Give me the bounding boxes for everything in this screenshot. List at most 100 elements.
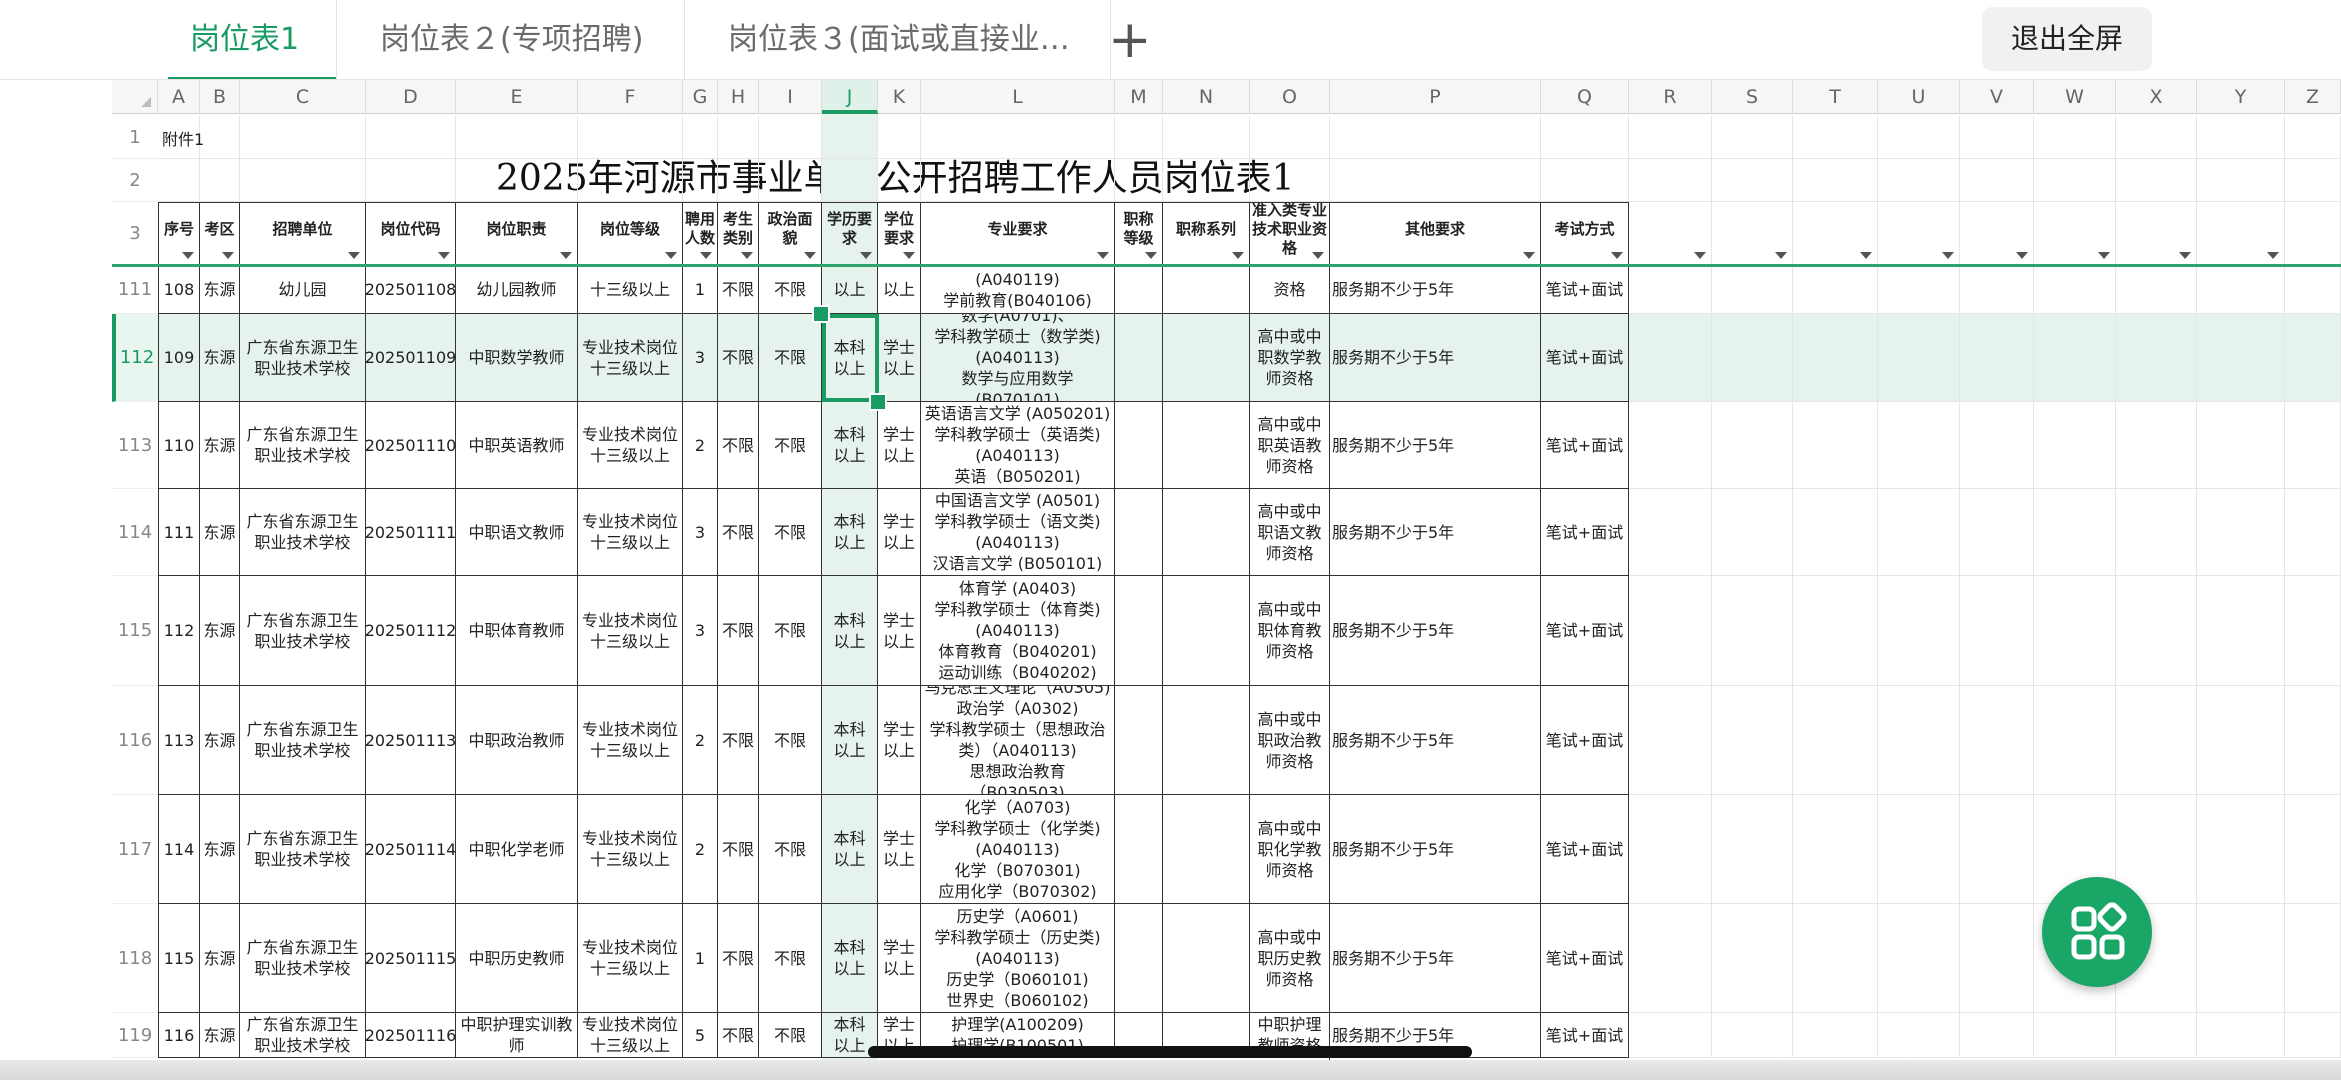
grid-cell[interactable] <box>1250 159 1330 202</box>
grid-cell[interactable] <box>1960 576 2034 686</box>
table-cell[interactable]: 高中或中职数学教师资格 <box>1250 314 1330 402</box>
grid-cell[interactable] <box>2197 266 2285 314</box>
grid-cell[interactable] <box>1793 116 1878 159</box>
table-cell[interactable]: 114 <box>158 795 200 904</box>
grid-cell[interactable] <box>1712 795 1793 904</box>
table-cell[interactable]: 高中或中职历史教师资格 <box>1250 904 1330 1013</box>
table-cell[interactable]: 本科 以上 <box>822 904 878 1013</box>
table-cell[interactable]: 东源 <box>200 576 240 686</box>
filter-arrow-icon[interactable] <box>860 252 872 259</box>
grid-cell[interactable] <box>2116 159 2197 202</box>
table-cell[interactable]: 不限 <box>718 314 759 402</box>
grid-cell[interactable] <box>1163 116 1250 159</box>
grid-cell[interactable] <box>1793 576 1878 686</box>
grid-cell[interactable] <box>1878 402 1960 489</box>
tab-sheet-2[interactable]: 岗位表２(专项招聘) <box>380 0 660 80</box>
column-header-u[interactable]: U <box>1878 80 1960 114</box>
grid-cell[interactable] <box>2285 795 2341 904</box>
column-header-k[interactable]: K <box>878 80 921 114</box>
table-cell[interactable]: 高中或中职政治教师资格 <box>1250 686 1330 795</box>
table-cell[interactable]: 111 <box>158 489 200 576</box>
grid-cell[interactable] <box>1793 904 1878 1013</box>
column-header-x[interactable]: X <box>2116 80 2197 114</box>
table-cell[interactable]: 不限 <box>718 1013 759 1058</box>
table-cell[interactable]: 不限 <box>718 576 759 686</box>
grid-cell[interactable] <box>1629 576 1712 686</box>
table-cell[interactable]: 202501108 <box>366 266 456 314</box>
filter-arrow-icon[interactable] <box>222 252 234 259</box>
grid-cell[interactable] <box>2197 116 2285 159</box>
table-cell[interactable]: 幼儿园 <box>240 266 366 314</box>
grid-cell[interactable] <box>1629 686 1712 795</box>
table-cell[interactable]: 不限 <box>759 1013 822 1058</box>
grid-cell[interactable] <box>1629 159 1712 202</box>
grid-cell[interactable] <box>1163 159 1250 202</box>
table-cell[interactable]: 笔试+面试 <box>1541 489 1629 576</box>
filter-arrow-icon[interactable] <box>2267 252 2279 259</box>
table-cell[interactable]: 202501115 <box>366 904 456 1013</box>
table-cell[interactable] <box>1115 795 1163 904</box>
table-cell[interactable]: 中职化学老师 <box>456 795 578 904</box>
grid-cell[interactable] <box>578 116 683 159</box>
table-cell[interactable] <box>1163 266 1250 314</box>
row-header-2[interactable]: 2 <box>112 159 158 202</box>
table-cell[interactable] <box>1115 314 1163 402</box>
table-cell[interactable]: 202501111 <box>366 489 456 576</box>
table-cell[interactable]: 东源 <box>200 904 240 1013</box>
grid-cell[interactable] <box>1878 314 1960 402</box>
table-cell[interactable]: 不限 <box>718 795 759 904</box>
grid-cell[interactable] <box>1712 489 1793 576</box>
table-cell[interactable]: 中职历史教师 <box>456 904 578 1013</box>
filter-arrow-icon[interactable] <box>1775 252 1787 259</box>
row-header-118[interactable]: 118 <box>112 904 158 1013</box>
table-cell[interactable]: 不限 <box>759 576 822 686</box>
grid-cell[interactable] <box>1960 266 2034 314</box>
plus-icon[interactable]: + <box>1108 8 1152 72</box>
grid-cell[interactable] <box>2197 904 2285 1013</box>
grid-cell[interactable] <box>683 159 718 202</box>
table-cell[interactable]: 以上 <box>822 266 878 314</box>
table-cell[interactable]: 东源 <box>200 795 240 904</box>
table-cell[interactable]: 本科 以上 <box>822 402 878 489</box>
table-cell[interactable]: 东源 <box>200 1013 240 1058</box>
table-cell[interactable]: 中职语文教师 <box>456 489 578 576</box>
grid-cell[interactable] <box>2034 489 2116 576</box>
table-cell[interactable]: 不限 <box>759 795 822 904</box>
grid-cell[interactable] <box>1960 314 2034 402</box>
table-cell[interactable]: 东源 <box>200 314 240 402</box>
table-cell[interactable]: 本科 以上 <box>822 489 878 576</box>
table-cell[interactable]: 不限 <box>759 314 822 402</box>
table-cell[interactable]: 3 <box>683 576 718 686</box>
selection-handle-top[interactable] <box>812 305 830 323</box>
grid-cell[interactable] <box>2116 266 2197 314</box>
grid-cell[interactable] <box>2116 116 2197 159</box>
table-cell[interactable]: 中职数学教师 <box>456 314 578 402</box>
grid-cell[interactable] <box>2116 686 2197 795</box>
table-cell[interactable]: 服务期不少于5年 <box>1330 402 1541 489</box>
table-cell[interactable]: 115 <box>158 904 200 1013</box>
grid-cell[interactable] <box>1960 489 2034 576</box>
grid-cell[interactable] <box>1878 904 1960 1013</box>
filter-arrow-icon[interactable] <box>1694 252 1706 259</box>
grid-cell[interactable] <box>2034 686 2116 795</box>
table-cell[interactable]: 以上 <box>878 266 921 314</box>
filter-arrow-icon[interactable] <box>1312 252 1324 259</box>
table-cell[interactable]: 数学(A0701)、 学科教学硕士（数学类) (A040113) 数学与应用数学… <box>921 314 1115 402</box>
table-cell[interactable]: 英语语言文学 (A050201) 学科教学硕士（英语类) (A040113) 英… <box>921 402 1115 489</box>
column-header-f[interactable]: F <box>578 80 683 114</box>
grid-cell[interactable] <box>822 116 878 159</box>
column-header-j[interactable]: J <box>822 80 878 114</box>
table-cell[interactable]: 专业技术岗位十三级以上 <box>578 795 683 904</box>
grid-cell[interactable] <box>822 159 878 202</box>
column-header-l[interactable]: L <box>921 80 1115 114</box>
filter-arrow-icon[interactable] <box>1145 252 1157 259</box>
table-cell[interactable] <box>1115 904 1163 1013</box>
grid-cell[interactable] <box>240 116 366 159</box>
table-cell[interactable] <box>1115 686 1163 795</box>
table-cell[interactable]: 笔试+面试 <box>1541 402 1629 489</box>
grid-cell[interactable] <box>1960 159 2034 202</box>
table-cell[interactable]: 服务期不少于5年 <box>1330 904 1541 1013</box>
grid-cell[interactable] <box>1712 159 1793 202</box>
table-cell[interactable]: 服务期不少于5年 <box>1330 314 1541 402</box>
grid-cell[interactable] <box>456 159 578 202</box>
